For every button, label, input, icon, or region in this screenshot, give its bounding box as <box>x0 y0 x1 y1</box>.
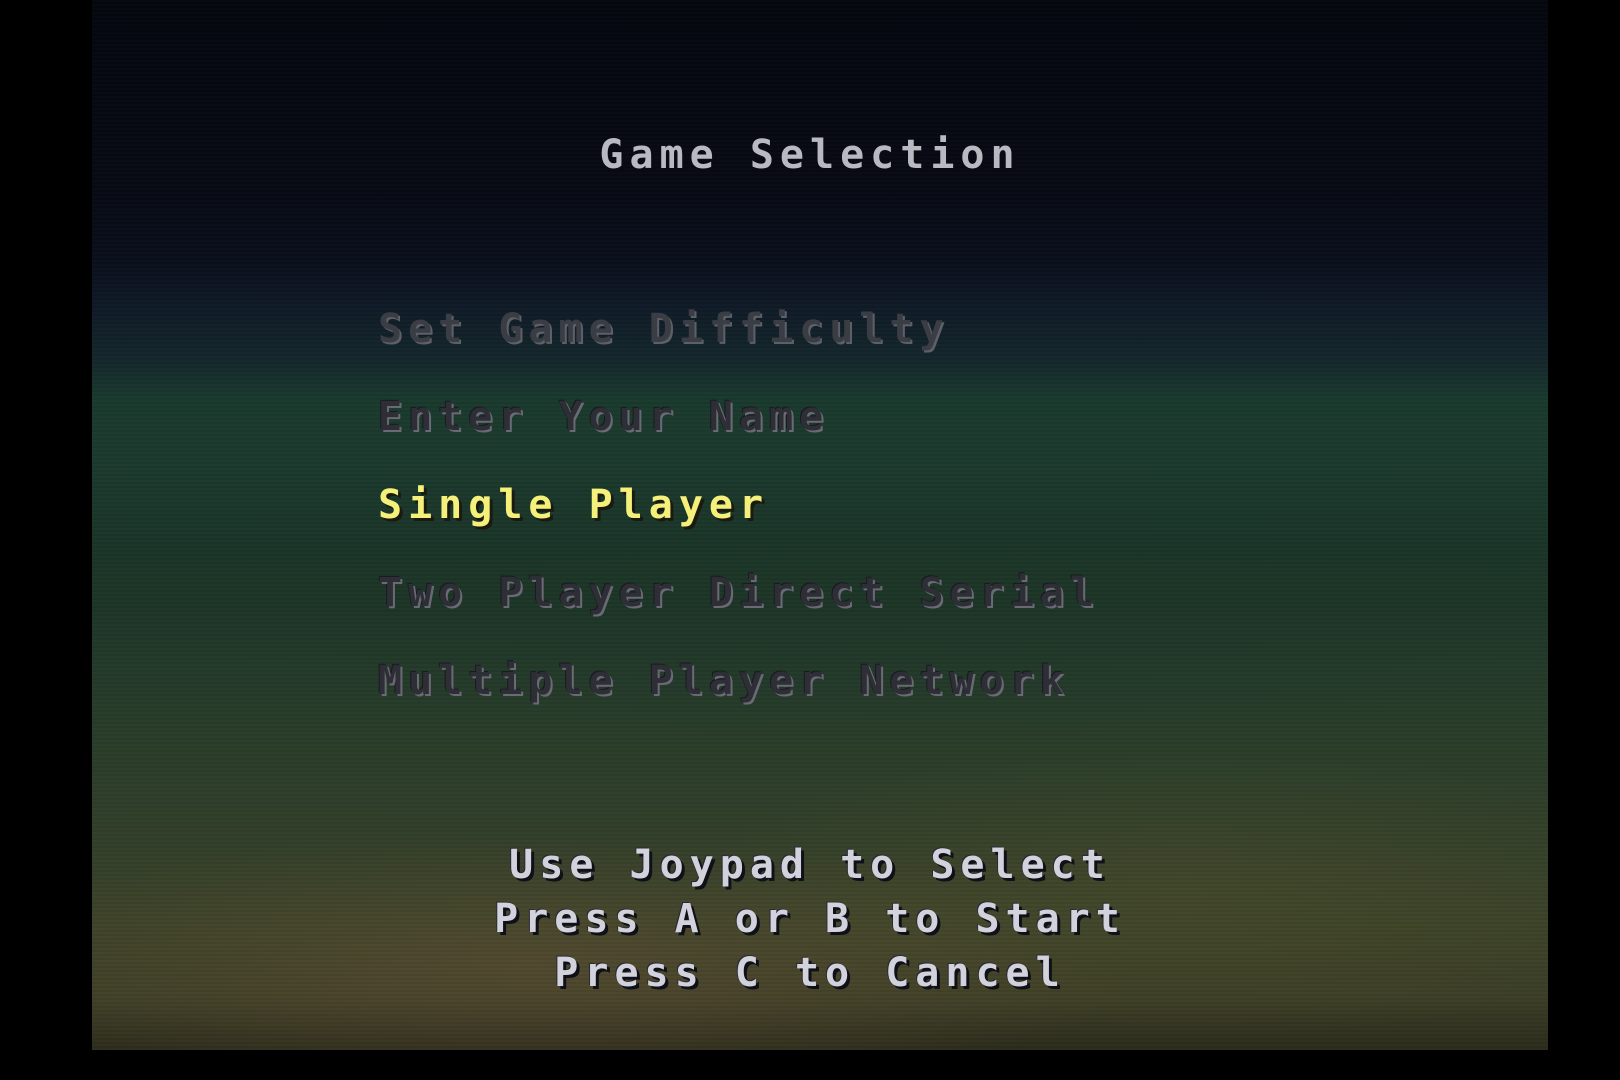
menu-item-single-player[interactable]: Single Player <box>378 482 769 528</box>
screen-title: Game Selection <box>599 132 1021 178</box>
hint-joypad-select: Use Joypad to Select <box>509 842 1111 888</box>
menu-item-two-player-direct-serial[interactable]: Two Player Direct Serial <box>378 570 1100 616</box>
game-screen: Game Selection Set Game Difficulty Enter… <box>0 0 1620 1080</box>
menu-item-multiple-player-network[interactable]: Multiple Player Network <box>378 658 1070 704</box>
menu-item-enter-your-name[interactable]: Enter Your Name <box>378 394 829 440</box>
hint-start: Press A or B to Start <box>494 896 1126 942</box>
menu-item-set-game-difficulty[interactable]: Set Game Difficulty <box>378 306 950 352</box>
hint-cancel: Press C to Cancel <box>554 950 1066 996</box>
